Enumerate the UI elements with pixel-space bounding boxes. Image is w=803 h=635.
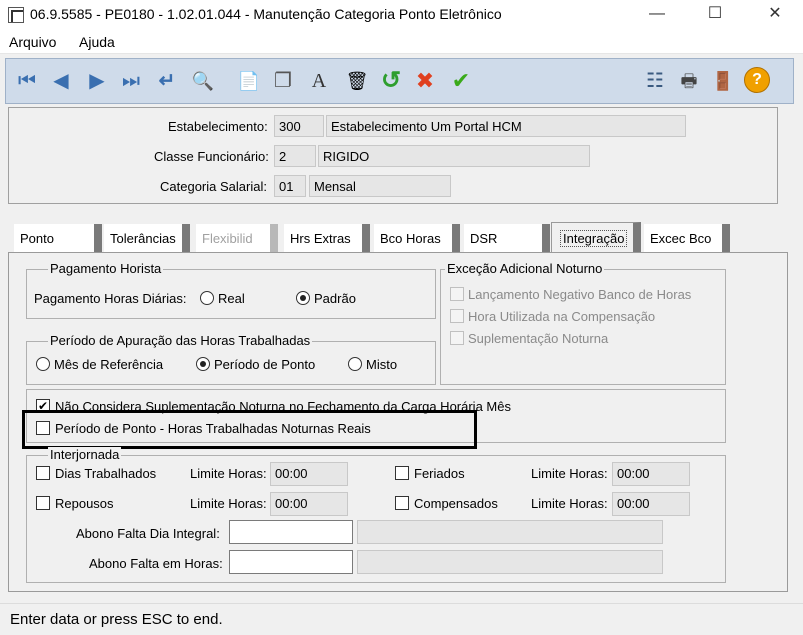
tab-excec-bco[interactable]: Excec Bco <box>644 224 730 252</box>
estabelecimento-code-field[interactable]: 300 <box>274 115 324 137</box>
delete-record-icon[interactable]: 🗑 <box>342 65 372 97</box>
cancel-icon[interactable]: ✖ <box>410 65 440 97</box>
search-icon[interactable]: 🔍 <box>188 65 218 97</box>
print-icon[interactable]: 🖶 <box>674 65 704 97</box>
dias-limite-label: Limite Horas: <box>190 466 267 481</box>
abono-integral-description <box>357 520 663 544</box>
maximize-button[interactable]: ☐ <box>692 0 738 30</box>
goto-record-icon[interactable]: ↵ <box>152 65 182 97</box>
feriados-label: Feriados <box>414 466 465 481</box>
pagamento-horista-title: Pagamento Horista <box>48 261 164 276</box>
copy-record-icon[interactable]: ❐ <box>268 65 298 97</box>
help-icon[interactable]: ? <box>744 67 770 93</box>
edit-record-icon[interactable]: A <box>304 65 334 97</box>
repousos-limite-label: Limite Horas: <box>190 496 267 511</box>
radio-padrao[interactable] <box>296 291 310 305</box>
new-record-icon[interactable]: 📄 <box>234 65 264 97</box>
radio-mes-referencia[interactable] <box>36 357 50 371</box>
tab-hrs-extras[interactable]: Hrs Extras <box>284 224 370 252</box>
app-icon <box>8 7 24 23</box>
check-compensados[interactable] <box>395 496 409 510</box>
tab-dsr[interactable]: DSR <box>464 224 550 252</box>
interjornada-title: Interjornada <box>48 447 122 462</box>
next-record-icon[interactable]: ▶ <box>82 65 112 97</box>
radio-padrao-label: Padrão <box>314 291 356 306</box>
minimize-button[interactable]: — <box>634 0 680 30</box>
status-message: Enter data or press ESC to end. <box>10 611 223 628</box>
close-button[interactable]: ✕ <box>752 0 798 30</box>
suplementacao-noturna-label: Suplementação Noturna <box>468 331 609 346</box>
tab-integracao[interactable]: Integração <box>551 222 641 253</box>
radio-mes-referencia-label: Mês de Referência <box>54 357 164 372</box>
estabelecimento-name-field: Estabelecimento Um Portal HCM <box>326 115 686 137</box>
abono-horas-label: Abono Falta em Horas: <box>89 556 223 571</box>
window-title: 06.9.5585 - PE0180 - 1.02.01.044 - Manut… <box>30 6 502 22</box>
check-lancamento-negativo <box>450 287 464 301</box>
feriados-limite-field[interactable]: 00:00 <box>612 462 690 486</box>
menu-bar: Arquivo Ajuda <box>0 30 803 54</box>
lancamento-negativo-label: Lançamento Negativo Banco de Horas <box>468 287 692 302</box>
first-record-icon[interactable]: ⏮ <box>12 65 42 97</box>
categoria-name-field: Mensal <box>309 175 451 197</box>
abono-integral-label: Abono Falta Dia Integral: <box>76 526 220 541</box>
radio-real-label: Real <box>218 291 245 306</box>
tab-flexibilid: Flexibilid <box>196 224 278 252</box>
check-feriados[interactable] <box>395 466 409 480</box>
categoria-label: Categoria Salarial: <box>160 179 267 194</box>
abono-integral-field[interactable] <box>229 520 353 544</box>
status-bar: Enter data or press ESC to end. <box>0 603 803 635</box>
classe-code-field[interactable]: 2 <box>274 145 316 167</box>
check-hora-utilizada <box>450 309 464 323</box>
check-suplementacao-noturna <box>450 331 464 345</box>
compensados-label: Compensados <box>414 496 498 511</box>
radio-real[interactable] <box>200 291 214 305</box>
dias-limite-field[interactable]: 00:00 <box>270 462 348 486</box>
periodo-apuracao-title: Período de Apuração das Horas Trabalhada… <box>48 333 313 348</box>
previous-record-icon[interactable]: ◀ <box>46 65 76 97</box>
radio-periodo-ponto[interactable] <box>196 357 210 371</box>
excecao-adicional-title: Exceção Adicional Noturno <box>445 261 605 276</box>
highlight-box <box>22 410 477 449</box>
check-repousos[interactable] <box>36 496 50 510</box>
last-record-icon[interactable]: ⏭ <box>116 65 146 97</box>
radio-periodo-ponto-label: Período de Ponto <box>214 357 316 372</box>
repousos-limite-field[interactable]: 00:00 <box>270 492 348 516</box>
abono-horas-description <box>357 550 663 574</box>
abono-horas-field[interactable] <box>229 550 353 574</box>
title-bar: 06.9.5585 - PE0180 - 1.02.01.044 - Manut… <box>0 0 803 30</box>
menu-ajuda[interactable]: Ajuda <box>79 34 115 50</box>
tab-ponto[interactable]: Ponto <box>14 224 102 252</box>
categoria-code-field[interactable]: 01 <box>274 175 306 197</box>
classe-label: Classe Funcionário: <box>154 149 269 164</box>
tree-icon[interactable]: ☷ <box>640 65 670 97</box>
repousos-label: Repousos <box>55 496 114 511</box>
radio-misto-label: Misto <box>366 357 398 372</box>
compensados-limite-field[interactable]: 00:00 <box>612 492 690 516</box>
confirm-icon[interactable]: ✔ <box>446 65 476 97</box>
tab-tolerancias[interactable]: Tolerâncias <box>104 224 190 252</box>
tab-bco-horas[interactable]: Bco Horas <box>374 224 460 252</box>
toolbar: ⏮ ◀ ▶ ⏭ ↵ 🔍 📄 ❐ A 🗑 ↺ ✖ ✔ ☷ 🖶 🚪 ? <box>5 58 794 104</box>
pagamento-horas-label: Pagamento Horas Diárias: <box>34 291 187 306</box>
menu-arquivo[interactable]: Arquivo <box>9 34 56 50</box>
compensados-limite-label: Limite Horas: <box>531 496 608 511</box>
undo-icon[interactable]: ↺ <box>376 65 406 97</box>
hora-utilizada-label: Hora Utilizada na Compensação <box>468 309 656 324</box>
check-dias-trabalhados[interactable] <box>36 466 50 480</box>
feriados-limite-label: Limite Horas: <box>531 466 608 481</box>
classe-name-field: RIGIDO <box>318 145 590 167</box>
dias-trabalhados-label: Dias Trabalhados <box>55 466 157 481</box>
radio-misto[interactable] <box>348 357 362 371</box>
exit-icon[interactable]: 🚪 <box>708 65 738 97</box>
estabelecimento-label: Estabelecimento: <box>168 119 268 134</box>
